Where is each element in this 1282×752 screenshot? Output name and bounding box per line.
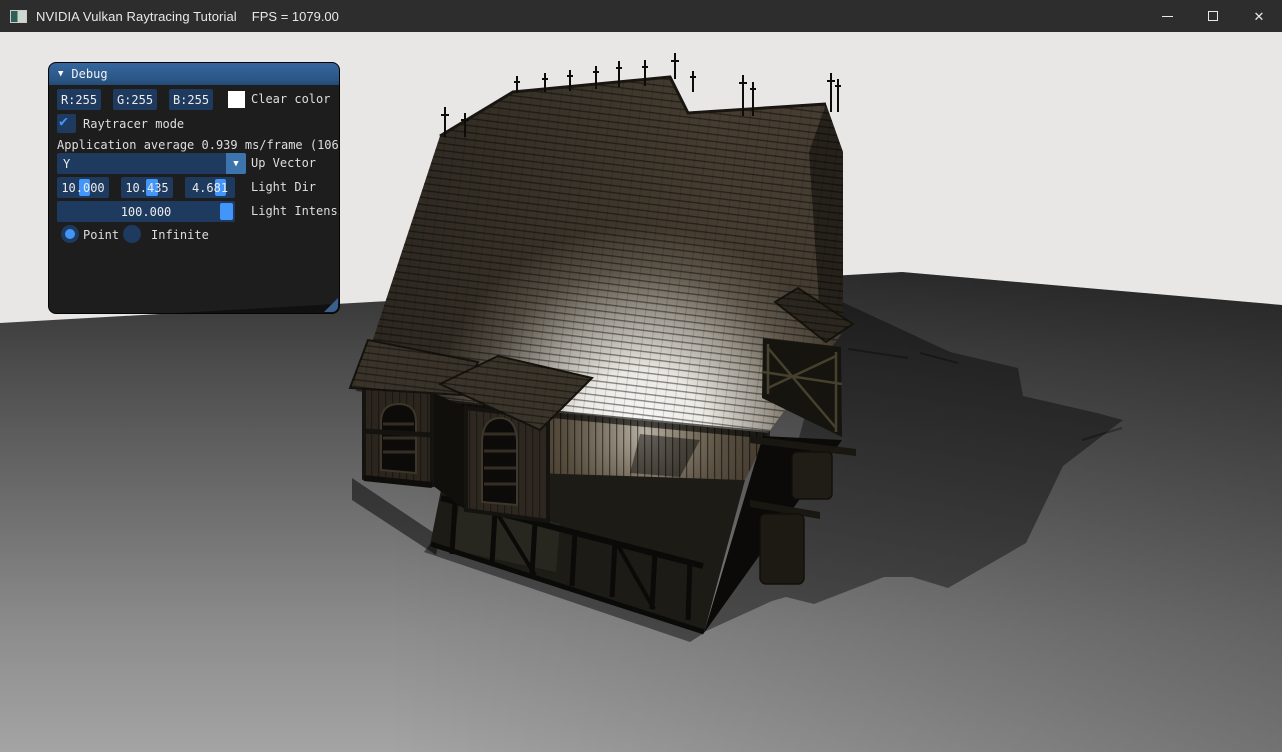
radio-dot — [65, 229, 75, 239]
raytracer-label: Raytracer mode — [83, 114, 184, 135]
light-intensity-value: 100.000 — [121, 205, 172, 219]
g-color-button[interactable]: G:255 — [113, 89, 157, 110]
light-dir-z-value: 4.681 — [192, 181, 228, 195]
light-dir-x-drag[interactable]: 10.000 — [57, 177, 109, 198]
up-vector-combo[interactable]: Y ▼ — [57, 153, 246, 174]
minimize-button[interactable] — [1144, 0, 1190, 32]
light-dir-z-drag[interactable]: 4.681 — [185, 177, 235, 198]
perf-text: Application average 0.939 ms/frame (1064 — [57, 138, 340, 152]
light-dir-y-drag[interactable]: 10.435 — [121, 177, 173, 198]
checkmark-icon: ✔ — [59, 112, 68, 130]
minimize-icon — [1162, 16, 1173, 17]
dormer-left — [350, 340, 478, 510]
combo-arrow-button[interactable]: ▼ — [226, 153, 246, 174]
infinite-radio[interactable] — [123, 225, 141, 243]
point-radio-label: Point — [83, 225, 119, 246]
light-dir-label: Light Dir — [251, 177, 316, 198]
debug-panel[interactable]: ▼ Debug R:255 G:255 B:255 Clear color ✔ … — [48, 62, 340, 314]
close-button[interactable]: ✕ — [1236, 0, 1282, 32]
collapse-arrow-icon[interactable]: ▼ — [58, 69, 63, 79]
clear-color-swatch[interactable] — [228, 91, 245, 108]
chevron-down-icon: ▼ — [233, 159, 238, 169]
b-color-button[interactable]: B:255 — [169, 89, 213, 110]
up-vector-label: Up Vector — [251, 153, 316, 174]
fps-counter: FPS = 1079.00 — [252, 9, 339, 24]
light-dir-x-value: 10.000 — [61, 181, 104, 195]
clear-color-label: Clear color — [251, 89, 330, 110]
panel-resize-grip[interactable] — [324, 298, 338, 312]
maximize-button[interactable] — [1190, 0, 1236, 32]
raytracer-checkbox[interactable]: ✔ — [57, 114, 76, 133]
window-controls: ✕ — [1144, 0, 1282, 32]
maximize-icon — [1208, 11, 1218, 21]
light-dir-y-value: 10.435 — [125, 181, 168, 195]
debug-panel-title: Debug — [71, 67, 107, 81]
titlebar: NVIDIA Vulkan Raytracing Tutorial FPS = … — [0, 0, 1282, 32]
app-icon — [10, 10, 27, 23]
up-vector-value: Y — [63, 157, 70, 171]
debug-panel-titlebar[interactable]: ▼ Debug — [49, 63, 339, 85]
r-color-button[interactable]: R:255 — [57, 89, 101, 110]
point-radio[interactable] — [61, 225, 79, 243]
infinite-radio-label: Infinite — [151, 225, 209, 246]
close-icon: ✕ — [1254, 10, 1265, 23]
light-intensity-label: Light Intensity — [251, 201, 340, 222]
window-title: NVIDIA Vulkan Raytracing Tutorial — [36, 9, 237, 24]
light-intensity-slider[interactable]: 100.000 — [57, 201, 235, 222]
slider-grab[interactable] — [220, 203, 233, 220]
